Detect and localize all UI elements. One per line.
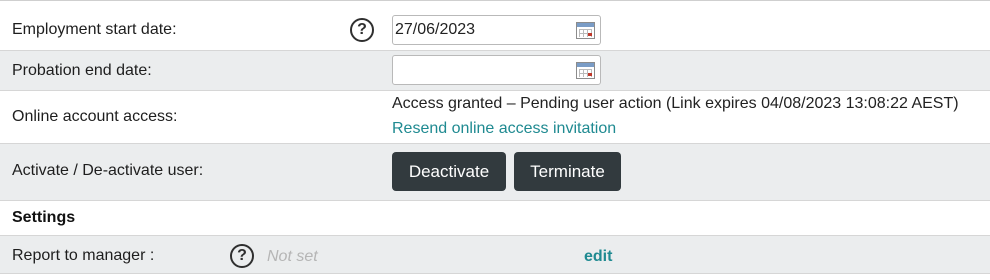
report-to-manager-value: Not set bbox=[267, 248, 318, 265]
resend-invitation-link[interactable]: Resend online access invitation bbox=[392, 120, 616, 138]
edit-manager-link[interactable]: edit bbox=[584, 248, 612, 266]
employment-start-date-input[interactable] bbox=[395, 18, 571, 42]
calendar-icon[interactable] bbox=[576, 62, 595, 79]
online-account-access-row: Online account access: Access granted – … bbox=[0, 91, 990, 144]
report-to-manager-row: Report to manager : ? Not set edit bbox=[0, 235, 990, 274]
activate-user-label: Activate / De-activate user: bbox=[12, 162, 204, 179]
access-status-text: Access granted – Pending user action (Li… bbox=[392, 95, 959, 112]
employment-start-date-field[interactable] bbox=[392, 15, 601, 45]
settings-heading: Settings bbox=[12, 209, 76, 226]
probation-end-date-field[interactable] bbox=[392, 55, 601, 85]
activate-user-row: Activate / De-activate user: Deactivate … bbox=[0, 144, 990, 201]
employment-start-date-row: Employment start date: ? bbox=[0, 1, 990, 51]
probation-end-date-input[interactable] bbox=[395, 58, 571, 82]
terminate-button[interactable]: Terminate bbox=[514, 152, 621, 191]
probation-end-date-label: Probation end date: bbox=[12, 62, 152, 79]
question-circle-icon[interactable]: ? bbox=[230, 244, 254, 268]
calendar-icon[interactable] bbox=[576, 22, 595, 39]
employment-start-date-label: Employment start date: bbox=[12, 21, 177, 38]
report-to-manager-label: Report to manager : bbox=[12, 247, 155, 264]
deactivate-button[interactable]: Deactivate bbox=[392, 152, 506, 191]
probation-end-date-row: Probation end date: bbox=[0, 51, 990, 91]
online-account-access-label: Online account access: bbox=[12, 108, 178, 125]
question-circle-icon[interactable]: ? bbox=[350, 18, 374, 42]
